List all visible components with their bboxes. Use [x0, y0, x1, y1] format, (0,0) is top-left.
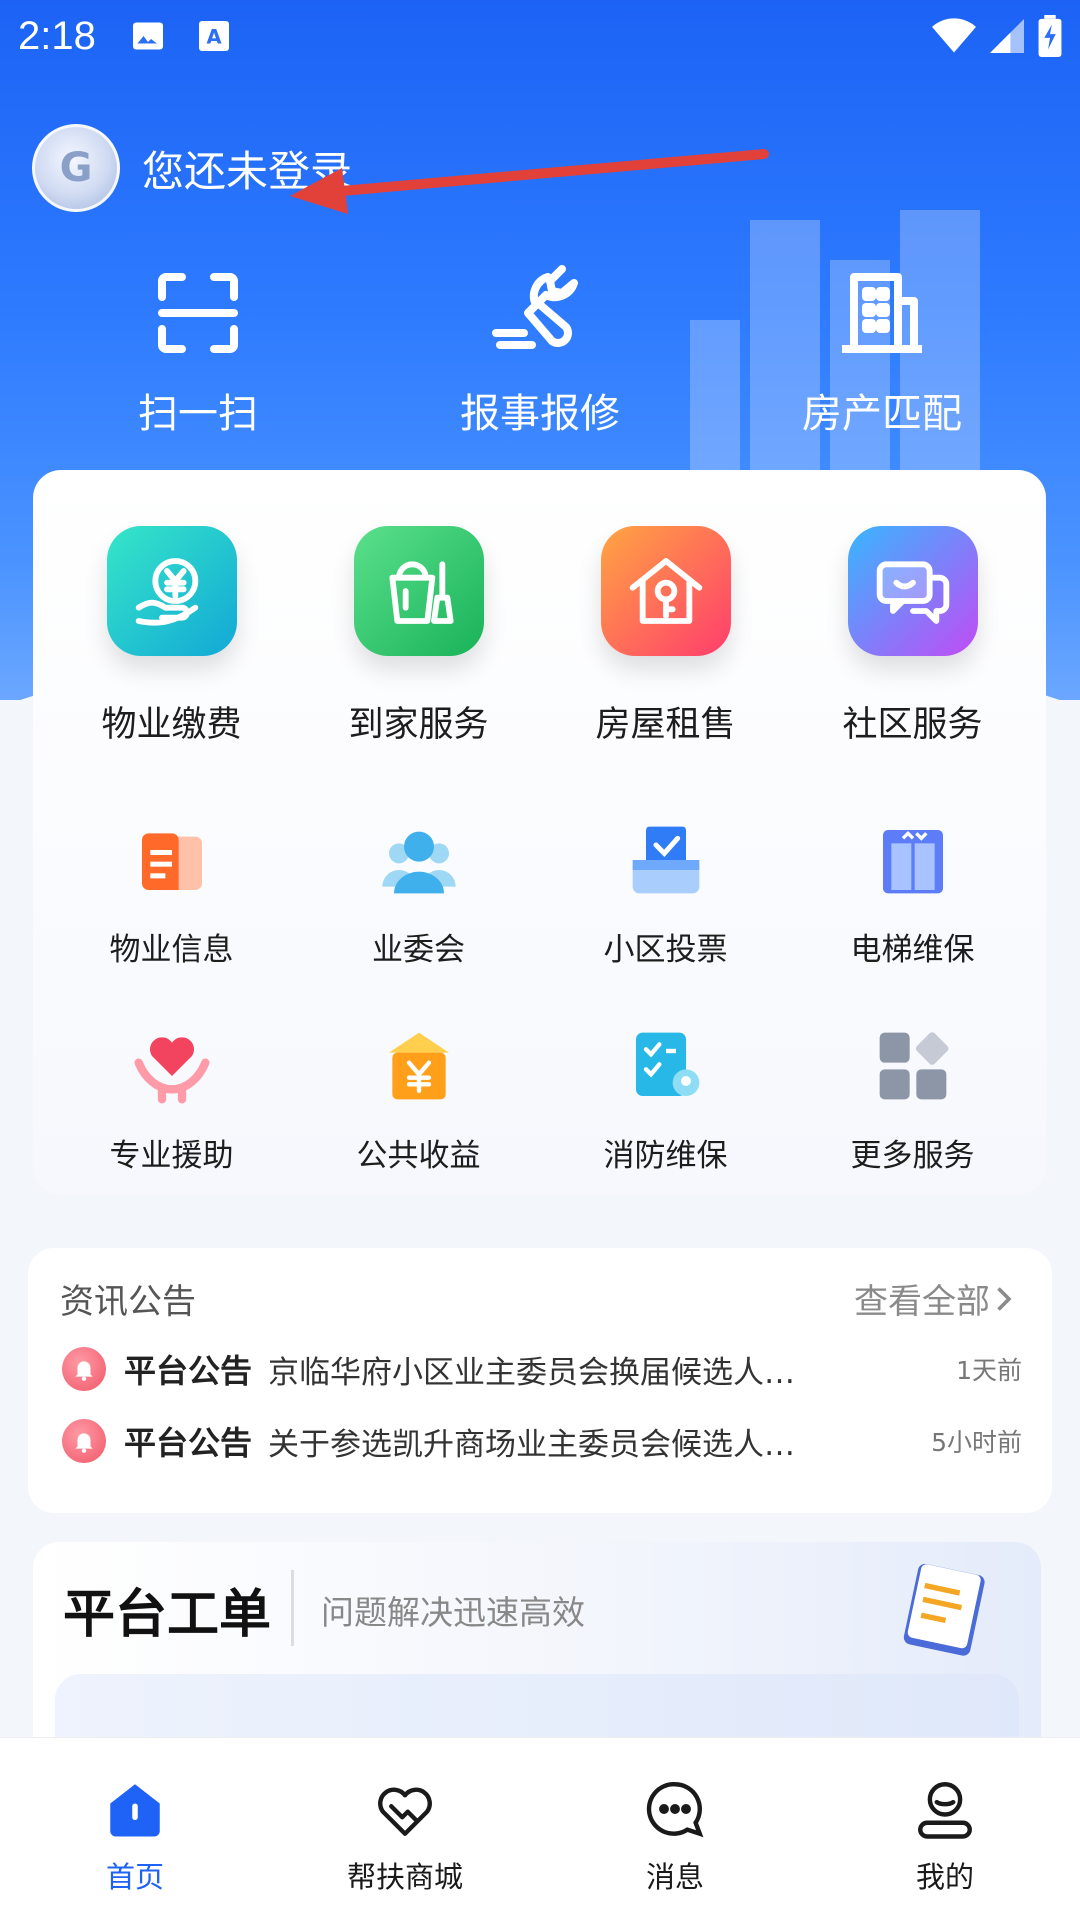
repair-report-button[interactable]: 报事报修 [369, 265, 711, 439]
service-label: 小区投票 [603, 932, 728, 968]
service-house-rental[interactable]: 房屋租售 [542, 526, 789, 747]
chat-bubbles-icon [847, 526, 978, 656]
wrench-icon [492, 265, 578, 349]
scan-label: 扫一扫 [138, 391, 258, 437]
handshake-heart-icon [378, 1787, 432, 1836]
services-card: 物业缴费 到家服务 房屋租售 社区服务 物业信息 业委会 小区投票 电梯维保 专… [33, 470, 1046, 1195]
news-title: 关于参选凯升商场业主委员会候选人… [268, 1426, 796, 1463]
service-owners-committee[interactable]: 业委会 [295, 818, 542, 969]
font-app-icon: A [198, 21, 229, 51]
yen-house-icon [377, 1024, 461, 1108]
news-title: 京临华府小区业主委员会换届候选人… [268, 1354, 796, 1391]
work-order-title: 平台工单 [63, 1585, 272, 1645]
property-match-button[interactable]: 房产匹配 [711, 265, 1053, 439]
bell-icon [62, 1419, 106, 1463]
work-order-subtitle: 问题解决迅速高效 [321, 1593, 585, 1632]
services-row-tertiary: 专业援助 公共收益 消防维保 更多服务 [33, 1024, 1046, 1175]
view-all-link[interactable]: 查看全部 [854, 1274, 1016, 1323]
divider [291, 1570, 294, 1646]
service-elevator-maintenance[interactable]: 电梯维保 [789, 818, 1036, 969]
profile-icon [918, 1782, 972, 1839]
service-label: 更多服务 [850, 1138, 975, 1174]
annotation-arrow [290, 149, 769, 214]
ballot-box-icon [624, 818, 708, 902]
service-property-fee[interactable]: 物业缴费 [48, 526, 295, 747]
service-label: 到家服务 [348, 705, 489, 745]
nav-profile[interactable]: 我的 [810, 1738, 1080, 1920]
service-label: 公共收益 [356, 1138, 481, 1174]
news-tag: 平台公告 [124, 1352, 253, 1390]
status-time: 2:18 [18, 13, 96, 58]
chevron-right-icon [997, 1286, 1012, 1311]
service-fire-maintenance[interactable]: 消防维保 [542, 1024, 789, 1175]
news-item[interactable]: 平台公告 京临华府小区业主委员会换届候选人… 1天前 [62, 1346, 1022, 1392]
house-key-icon [600, 526, 731, 656]
nav-mall[interactable]: 帮扶商城 [270, 1738, 540, 1920]
repair-report-label: 报事报修 [460, 391, 620, 437]
service-label: 专业援助 [109, 1138, 234, 1174]
news-item[interactable]: 平台公告 关于参选凯升商场业主委员会候选人… 5小时前 [62, 1418, 1022, 1464]
news-time: 1天前 [956, 1356, 1022, 1385]
nav-home[interactable]: 首页 [0, 1738, 270, 1920]
bottom-navigation: 首页 帮扶商城 消息 我的 [0, 1737, 1080, 1920]
nav-label: 首页 [105, 1860, 164, 1894]
service-more[interactable]: 更多服务 [789, 1024, 1036, 1175]
services-row-secondary: 物业信息 业委会 小区投票 电梯维保 [33, 818, 1046, 969]
service-label: 电梯维保 [850, 932, 975, 968]
service-community-vote[interactable]: 小区投票 [542, 818, 789, 969]
news-heading: 资讯公告 [60, 1282, 196, 1322]
service-property-info[interactable]: 物业信息 [48, 818, 295, 969]
message-icon [646, 1782, 704, 1838]
scan-button[interactable]: 扫一扫 [27, 265, 369, 439]
checklist-pin-icon [624, 1024, 708, 1108]
nav-label: 我的 [915, 1860, 974, 1894]
status-bar: 2:18 A [0, 0, 1080, 72]
document-icon [130, 818, 214, 902]
nav-messages[interactable]: 消息 [540, 1738, 810, 1920]
gallery-icon [132, 22, 163, 50]
svg-text:A: A [206, 26, 221, 49]
view-all-label: 查看全部 [854, 1282, 990, 1322]
nav-label: 消息 [645, 1860, 704, 1894]
nav-label: 帮扶商城 [346, 1860, 463, 1894]
battery-icon [1038, 15, 1062, 57]
grid-more-icon [871, 1024, 955, 1108]
building-icon [842, 273, 922, 353]
clipboard-icon [903, 1563, 985, 1656]
service-label: 业委会 [372, 932, 465, 968]
news-tag: 平台公告 [124, 1424, 253, 1462]
service-home-service[interactable]: 到家服务 [295, 526, 542, 747]
signal-icon [990, 19, 1024, 53]
wifi-icon [932, 18, 976, 53]
home-icon [110, 1784, 160, 1837]
services-row-primary: 物业缴费 到家服务 房屋租售 社区服务 [33, 526, 1046, 747]
news-time: 5小时前 [931, 1428, 1022, 1457]
heart-hand-icon [130, 1024, 214, 1108]
avatar[interactable]: G [32, 124, 120, 212]
service-community[interactable]: 社区服务 [789, 526, 1036, 747]
quick-actions: 扫一扫 报事报修 房产匹配 [0, 265, 1080, 439]
service-label: 物业缴费 [101, 705, 242, 745]
service-label: 物业信息 [109, 932, 234, 968]
service-label: 房屋租售 [595, 705, 736, 745]
service-professional-aid[interactable]: 专业援助 [48, 1024, 295, 1175]
bell-icon [62, 1347, 106, 1391]
property-match-label: 房产匹配 [802, 391, 962, 437]
service-label: 消防维保 [603, 1138, 728, 1174]
service-label: 社区服务 [842, 705, 983, 745]
service-public-income[interactable]: 公共收益 [295, 1024, 542, 1175]
yen-hand-icon [106, 526, 237, 656]
elevator-icon [871, 818, 955, 902]
scan-icon [158, 273, 238, 353]
news-card: 资讯公告 查看全部 平台公告 京临华府小区业主委员会换届候选人… 1天前 平台公… [28, 1248, 1052, 1513]
group-icon [377, 818, 461, 902]
bucket-broom-icon [353, 526, 484, 656]
